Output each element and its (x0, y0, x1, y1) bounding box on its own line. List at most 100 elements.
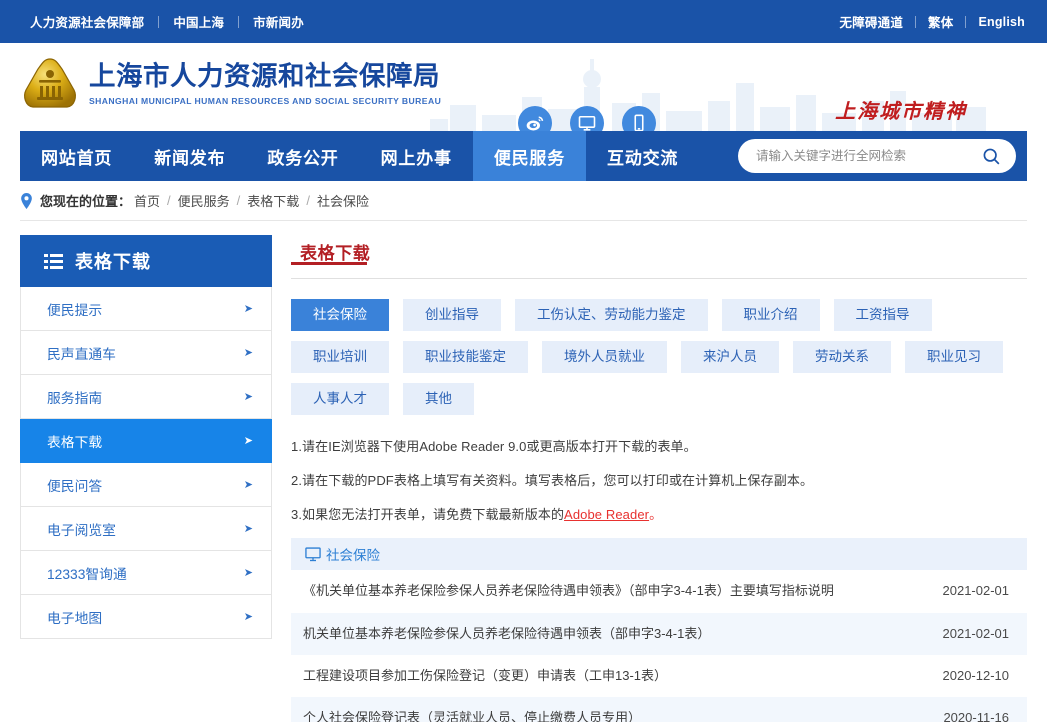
site-banner: 上海市人力资源和社会保障局 SHANGHAI MUNICIPAL HUMAN R… (0, 43, 1047, 131)
monitor-icon (305, 547, 321, 562)
content-tabs: 表格下载 (291, 235, 1027, 279)
nav-item-convenience-services[interactable]: 便民服务 (472, 131, 587, 181)
document-title[interactable]: 工程建设项目参加工伤保险登记（变更）申请表（工申13-1表） (291, 655, 923, 697)
category-personnel-talent[interactable]: 人事人才 (291, 383, 389, 415)
category-entrepreneurship-guidance[interactable]: 创业指导 (403, 299, 501, 331)
sidebar-header: 表格下载 (20, 235, 272, 287)
category-job-placement[interactable]: 职业介绍 (721, 299, 820, 331)
sidebar-title: 表格下载 (75, 252, 151, 272)
breadcrumb-separator: / (167, 193, 171, 208)
document-title[interactable]: 机关单位基本养老保险参保人员养老保险待遇申领表（部申字3-4-1表） (291, 613, 923, 655)
document-list-table: 《机关单位基本养老保险参保人员养老保险待遇申领表》（部申字3-4-1表）主要填写… (291, 570, 1027, 722)
sidebar-item-e-map[interactable]: 电子地图 ➤ (20, 595, 272, 639)
category-vocational-training[interactable]: 职业培训 (291, 341, 389, 373)
top-link-china-shanghai[interactable]: 中国上海 (159, 12, 238, 31)
document-title[interactable]: 个人社会保险登记表（灵活就业人员、停止缴费人员专用） (291, 697, 923, 722)
category-labor-relations[interactable]: 劳动关系 (793, 341, 891, 373)
sidebar-item-label: 服务指南 (47, 390, 103, 406)
top-link-press-office[interactable]: 市新闻办 (239, 12, 318, 31)
search-icon (983, 148, 1000, 164)
document-date: 2020-12-10 (942, 667, 1010, 683)
note-item-2: 2.请在下载的PDF表格上填写有关资料。填写表格后，您可以打印或在计算机上保存副… (291, 472, 814, 488)
category-social-insurance[interactable]: 社会保险 (291, 299, 389, 331)
sidebar-item-label: 民声直通车 (47, 346, 116, 362)
top-link-english[interactable]: English (966, 15, 1025, 29)
social-icon-group (518, 106, 656, 131)
note-3-tail: 。 (649, 506, 663, 522)
nav-item-government-affairs[interactable]: 政务公开 (246, 131, 359, 181)
category-incoming-personnel[interactable]: 来沪人员 (681, 341, 779, 373)
site-title-cn: 上海市人力资源和社会保障局 (89, 61, 440, 93)
breadcrumb-item-social-insurance[interactable]: 社会保险 (317, 191, 369, 210)
adobe-reader-link[interactable]: Adobe Reader (564, 507, 649, 522)
top-link-traditional-chinese[interactable]: 繁体 (916, 12, 965, 31)
chevron-right-icon: ➤ (243, 303, 253, 315)
list-menu-icon (44, 253, 63, 269)
sidebar-item-public-voice-express[interactable]: 民声直通车 ➤ (20, 331, 272, 375)
city-spirit-title: 上海城市精神 (835, 101, 968, 123)
sidebar-item-label: 12333智询通 (47, 566, 127, 582)
search-button[interactable] (981, 146, 1002, 167)
weibo-icon[interactable] (518, 106, 552, 131)
table-row[interactable]: 机关单位基本养老保险参保人员养老保险待遇申领表（部申字3-4-1表） 2021-… (291, 612, 1027, 655)
table-row[interactable]: 《机关单位基本养老保险参保人员养老保险待遇申领表》（部申字3-4-1表）主要填写… (291, 570, 1027, 612)
category-other[interactable]: 其他 (403, 383, 474, 415)
main-navigation: 网站首页 新闻发布 政务公开 网上办事 便民服务 互动交流 (20, 131, 1027, 181)
document-date: 2021-02-01 (942, 583, 1010, 599)
document-date: 2020-11-16 (943, 709, 1009, 722)
breadcrumb-item-home[interactable]: 首页 (134, 191, 160, 210)
breadcrumb-item-form-download[interactable]: 表格下载 (247, 191, 299, 210)
top-link-ministry[interactable]: 人力资源社会保障部 (30, 12, 158, 31)
sidebar-item-label: 便民问答 (47, 478, 103, 494)
nav-item-online-services[interactable]: 网上办事 (360, 131, 473, 181)
note-item-1: 1.请在IE浏览器下使用Adobe Reader 9.0或更高版本打开下载的表单… (291, 439, 697, 454)
breadcrumb-separator: / (306, 193, 310, 208)
sidebar: 表格下载 便民提示 ➤ 民声直通车 ➤ 服务指南 ➤ 表格下载 ➤ 便民问答 ➤… (20, 235, 272, 639)
nav-item-interaction[interactable]: 互动交流 (586, 131, 699, 181)
sidebar-item-faq[interactable]: 便民问答 ➤ (20, 463, 272, 507)
top-right-links: 无障碍通道 繁体 English (828, 12, 1025, 31)
breadcrumb-separator: / (236, 193, 241, 208)
desktop-icon[interactable] (570, 106, 604, 131)
breadcrumb-item-convenience[interactable]: 便民服务 (178, 191, 230, 210)
chevron-right-icon: ➤ (243, 435, 253, 447)
table-row[interactable]: 个人社会保险登记表（灵活就业人员、停止缴费人员专用） 2020-11-16 (291, 696, 1027, 722)
document-title[interactable]: 《机关单位基本养老保险参保人员养老保险待遇申领表》（部申字3-4-1表）主要填写… (291, 570, 923, 612)
sidebar-item-service-guide[interactable]: 服务指南 ➤ (20, 375, 272, 419)
sidebar-item-label: 表格下载 (47, 434, 103, 450)
category-wage-guidance[interactable]: 工资指导 (833, 299, 932, 331)
sidebar-item-convenience-tips[interactable]: 便民提示 ➤ (20, 287, 272, 331)
section-header-social-insurance: 社会保险 (291, 538, 1027, 571)
chevron-right-icon: ➤ (243, 347, 253, 359)
nav-item-home[interactable]: 网站首页 (20, 131, 133, 181)
instruction-notes: 1.请在IE浏览器下使用Adobe Reader 9.0或更高版本打开下载的表单… (291, 437, 1027, 525)
section-title: 社会保险 (326, 548, 380, 564)
sidebar-item-e-reading-room[interactable]: 电子阅览室 ➤ (20, 507, 272, 551)
nav-item-news[interactable]: 新闻发布 (133, 131, 246, 181)
site-logo[interactable]: 上海市人力资源和社会保障局 SHANGHAI MUNICIPAL HUMAN R… (22, 56, 441, 112)
category-filter-group: 社会保险 创业指导 工伤认定、劳动能力鉴定 职业介绍 工资指导 职业培训 职业技… (291, 299, 1027, 415)
chevron-right-icon: ➤ (243, 479, 253, 491)
page-body: 表格下载 便民提示 ➤ 民声直通车 ➤ 服务指南 ➤ 表格下载 ➤ 便民问答 ➤… (20, 235, 1027, 722)
note-3-text: 3.如果您无法打开表单，请免费下载最新版本的 (291, 506, 565, 522)
tab-form-download[interactable]: 表格下载 (291, 235, 379, 265)
top-utility-bar: 人力资源社会保障部 中国上海 市新闻办 无障碍通道 繁体 English (0, 0, 1047, 43)
sidebar-item-label: 电子阅览室 (47, 522, 116, 538)
breadcrumb: 您现在的位置： 首页 / 便民服务 / 表格下载 / 社会保险 (20, 181, 1027, 221)
site-title-en: SHANGHAI MUNICIPAL HUMAN RESOURCES AND S… (89, 95, 442, 106)
top-left-links: 人力资源社会保障部 中国上海 市新闻办 (30, 12, 318, 31)
top-link-accessibility[interactable]: 无障碍通道 (828, 12, 916, 31)
category-vocational-internship[interactable]: 职业见习 (905, 341, 1003, 373)
mobile-icon[interactable] (622, 106, 656, 131)
category-work-injury-and-labor-ability[interactable]: 工伤认定、劳动能力鉴定 (515, 299, 708, 331)
location-pin-icon (20, 192, 33, 209)
sidebar-item-12333-consultation[interactable]: 12333智询通 ➤ (20, 551, 272, 595)
category-overseas-employment[interactable]: 境外人员就业 (542, 341, 667, 373)
table-row[interactable]: 工程建设项目参加工伤保险登记（变更）申请表（工申13-1表） 2020-12-1… (291, 655, 1027, 697)
search-input[interactable] (756, 149, 981, 163)
category-skill-appraisal[interactable]: 职业技能鉴定 (403, 341, 528, 373)
chevron-right-icon: ➤ (243, 523, 253, 535)
chevron-right-icon: ➤ (243, 611, 253, 623)
sidebar-item-label: 便民提示 (47, 302, 103, 318)
sidebar-item-form-download[interactable]: 表格下载 ➤ (20, 419, 272, 463)
